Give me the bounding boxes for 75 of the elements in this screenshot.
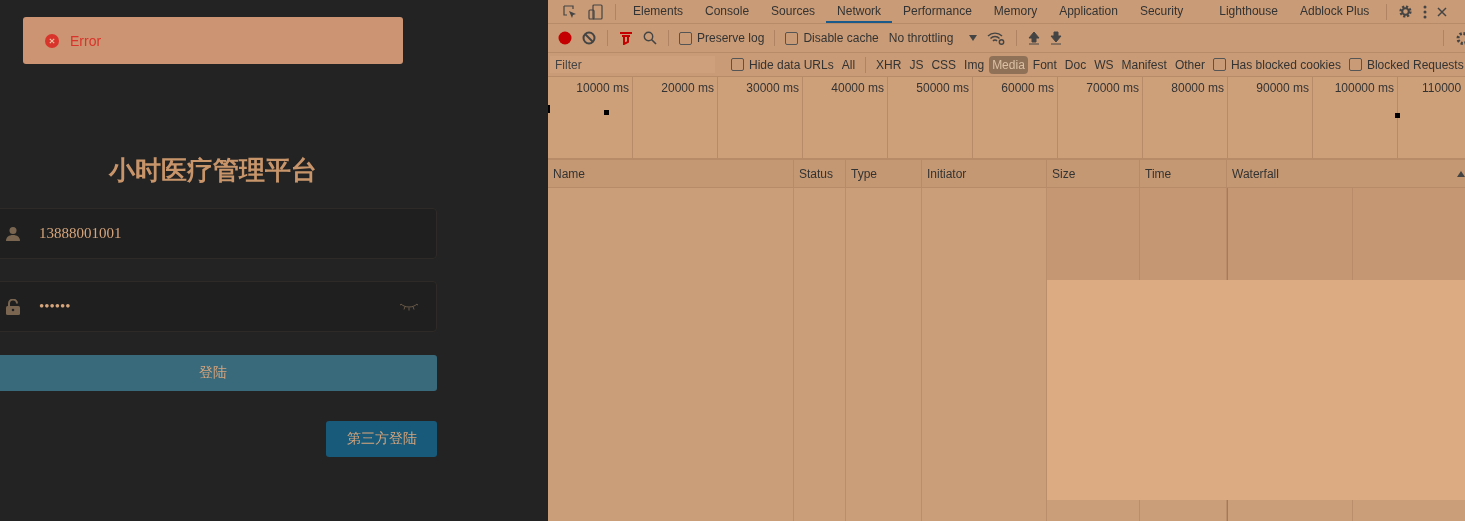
time-tick: 10000 ms [576,81,629,95]
type-filter[interactable]: Media [989,55,1028,74]
third-party-login-button[interactable]: 第三方登陆 [326,421,437,457]
panel-tab[interactable]: Performance [892,0,983,23]
search-icon[interactable] [643,31,657,45]
type-filter[interactable]: Doc [1061,55,1090,74]
app-title: 小时医疗管理平台 [107,154,318,186]
time-tick: 110000 [1422,81,1462,95]
record-icon[interactable] [558,31,572,45]
type-filter[interactable]: XHR [873,55,905,74]
time-tick: 20000 ms [661,81,714,95]
username-input[interactable]: 13888001001 [39,225,418,242]
username-field[interactable]: 13888001001 [0,208,437,259]
type-filter[interactable]: All [838,55,859,74]
column-header[interactable]: Status [794,160,846,187]
option-checkbox[interactable]: Hide data URLs [731,57,834,72]
throttling-dropdown[interactable]: No throttling [888,31,954,45]
device-icon[interactable] [588,3,604,20]
wifi-settings-icon[interactable] [987,31,1006,45]
eye-closed-icon[interactable] [400,302,418,311]
toast-message: Error [70,32,102,49]
option-checkbox[interactable]: Preserve log [679,31,765,45]
column-header[interactable]: Initiator [922,160,1047,187]
panel-tab[interactable]: Lighthouse [1208,0,1289,23]
column-header[interactable]: Time [1140,160,1227,187]
error-icon [45,33,59,48]
type-filter[interactable]: WS [1091,55,1117,74]
time-tick: 70000 ms [1086,81,1139,95]
time-tick: 40000 ms [831,81,884,95]
more-icon[interactable] [1423,4,1428,19]
user-icon [5,225,21,242]
option-checkbox[interactable]: Blocked Requests [1348,57,1464,72]
close-icon[interactable] [1437,6,1448,17]
caret-icon[interactable] [969,35,978,41]
time-tick: 80000 ms [1171,81,1224,95]
password-input[interactable]: •••••• [39,298,400,315]
download-icon[interactable] [1050,31,1063,45]
login-button[interactable]: 登陆 [0,355,437,391]
time-tick: 90000 ms [1256,81,1309,95]
time-tick: 100000 ms [1334,81,1394,95]
type-filter[interactable]: CSS [928,55,960,74]
filter-field[interactable]: Filter [550,56,715,73]
settings-icon[interactable] [1455,30,1465,46]
option-checkbox[interactable]: Has blocked cookies [1212,57,1341,72]
panel-tab[interactable]: Sources [760,0,827,23]
time-tick: 30000 ms [746,81,799,95]
password-field[interactable]: •••••• [0,281,437,332]
time-tick: 60000 ms [1001,81,1054,95]
column-header[interactable]: Waterfall [1227,160,1465,187]
time-tick: 50000 ms [916,81,969,95]
type-filter[interactable]: JS [906,55,927,74]
column-header[interactable]: Type [846,160,922,187]
type-filter[interactable]: Manifest [1118,55,1170,74]
type-filter[interactable]: Img [961,55,988,74]
option-checkbox[interactable]: Disable cache [785,31,879,45]
column-header[interactable]: Size [1047,160,1140,187]
timeline-marker [604,110,609,115]
lock-icon [5,298,21,315]
type-filter[interactable]: Other [1171,55,1208,74]
timeline-marker [548,105,550,113]
clear-icon[interactable] [582,31,596,45]
panel-tab[interactable]: Application [1048,0,1129,23]
panel-tab[interactable]: Console [694,0,761,23]
panel-tab[interactable]: Security [1128,0,1195,23]
upload-icon[interactable] [1028,31,1041,45]
timeline-marker [1395,113,1400,118]
column-header[interactable]: Name [548,160,794,187]
inspect-icon[interactable] [562,3,578,20]
sort-icon [1457,171,1465,177]
type-filter[interactable]: Font [1029,55,1060,74]
filter-icon[interactable] [619,31,633,45]
panel-tab[interactable]: Elements [622,0,695,23]
settings-icon[interactable] [1398,4,1414,19]
panel-tab[interactable]: Memory [982,0,1049,23]
panel-tab[interactable]: Adblock Plus [1288,0,1381,23]
